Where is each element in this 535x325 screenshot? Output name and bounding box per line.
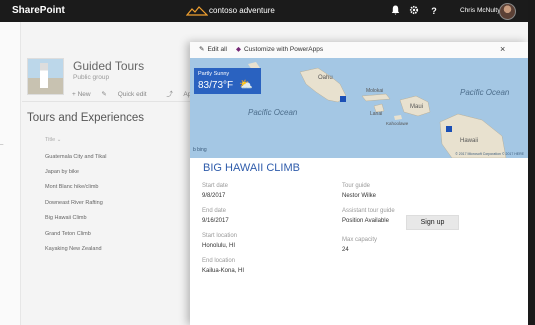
lighthouse-image: [40, 63, 48, 88]
flow-icon: ⤴: [166, 91, 173, 98]
customize-label: Customize with PowerApps: [244, 46, 324, 53]
edit-all-label: Edit all: [207, 46, 227, 53]
column-header-title[interactable]: Title ⌄: [45, 137, 61, 143]
weather-condition: Partly Sunny: [198, 71, 230, 77]
left-rail: –: [0, 22, 21, 325]
chevron-down-icon: ⌄: [56, 137, 62, 143]
app-name[interactable]: SharePoint: [12, 5, 65, 16]
device-bezel: [528, 0, 535, 325]
help-icon[interactable]: ?: [428, 5, 440, 17]
rail-marker: –: [0, 142, 4, 148]
quick-edit-button[interactable]: ✎ Quick edit: [101, 91, 155, 98]
bing-logo: b bing: [193, 147, 207, 153]
start-location-value[interactable]: Honolulu, HI: [202, 243, 235, 249]
island-label: Kahoolawe: [386, 121, 409, 126]
assistant-guide-label: Assistant tour guide: [342, 208, 395, 214]
island-label: Hawaii: [460, 138, 479, 144]
sign-up-button[interactable]: Sign up: [406, 215, 459, 230]
start-location-label: Start location: [202, 233, 238, 239]
island-label: Maui: [410, 104, 424, 110]
list-item[interactable]: Downeast River Rafting: [45, 200, 103, 206]
ocean-label: Pacific Ocean: [460, 88, 510, 97]
end-date-label: End date: [202, 208, 227, 214]
island-label: Molokai: [366, 88, 384, 94]
suite-bar: SharePoint contoso adventure ? Chris McN…: [0, 0, 528, 22]
screen: SharePoint contoso adventure ? Chris McN…: [0, 0, 528, 325]
ocean-label: Pacific Ocean: [248, 108, 298, 117]
max-capacity-label: Max capacity: [342, 237, 378, 243]
start-date-value[interactable]: 9/8/2017: [202, 193, 225, 199]
island-label: Lanai: [370, 111, 383, 117]
tour-title: BIG HAWAII CLIMB: [203, 162, 300, 174]
list-item[interactable]: Japan by bike: [45, 169, 79, 175]
details-panel: ✎Edit all ◆Customize with PowerApps ×: [190, 42, 528, 325]
tour-guide-value[interactable]: Nestor Wilke: [342, 193, 376, 199]
assistant-guide-value[interactable]: Position Available: [342, 218, 389, 224]
partly-sunny-icon: ⛅: [239, 79, 253, 91]
end-date-value[interactable]: 9/16/2017: [202, 218, 229, 224]
new-button[interactable]: + New: [72, 91, 91, 98]
brand-text: contoso adventure: [209, 6, 275, 15]
powerapps-icon: ◆: [236, 46, 241, 53]
weather-temp: 83/73°F: [198, 80, 234, 91]
customize-powerapps-button[interactable]: ◆ Customize with PowerApps: [236, 45, 323, 53]
edit-all-button[interactable]: ✎ Edit all: [199, 45, 227, 53]
quick-edit-label: Quick edit: [117, 91, 147, 98]
list-item[interactable]: Mont Blanc hike/climb: [45, 184, 99, 190]
contoso-logo-icon: [186, 6, 208, 16]
island-label: Oahu: [318, 75, 333, 81]
list-title: Tours and Experiences: [27, 112, 144, 124]
column-header-label: Title: [45, 137, 56, 143]
end-location-label: End location: [202, 258, 236, 264]
start-date-label: Start date: [202, 183, 229, 189]
site-subtitle: Public group: [73, 74, 110, 81]
end-location-value[interactable]: Kailua-Kona, HI: [202, 268, 244, 274]
bell-icon[interactable]: [389, 5, 401, 17]
avatar[interactable]: [499, 3, 516, 20]
map[interactable]: Partly Sunny 83/73°F ⛅ Pacific Ocean Pac…: [190, 58, 528, 158]
weather-widget[interactable]: Partly Sunny 83/73°F ⛅: [194, 68, 261, 94]
pencil-icon: ✎: [101, 91, 107, 98]
list-item[interactable]: Kayaking New Zealand: [45, 246, 102, 252]
site-title[interactable]: Guided Tours: [73, 59, 144, 73]
list-item[interactable]: Big Hawaii Climb: [45, 215, 87, 221]
divider: [22, 101, 190, 102]
gear-icon[interactable]: [408, 5, 420, 17]
user-name[interactable]: Chris McNulty: [460, 7, 500, 14]
tour-guide-label: Tour guide: [342, 183, 371, 189]
pencil-icon: ✎: [199, 46, 205, 53]
list-item[interactable]: Grand Teton Climb: [45, 231, 91, 237]
map-copyright: © 2017 Microsoft Corporation © 2017 HERE: [455, 152, 524, 156]
close-icon[interactable]: ×: [500, 44, 505, 54]
panel-command-bar: ✎ Edit all ◆ Customize with PowerApps ×: [190, 42, 528, 59]
max-capacity-value[interactable]: 24: [342, 247, 349, 253]
list-item[interactable]: Guatemala City and Tikal: [45, 154, 106, 160]
